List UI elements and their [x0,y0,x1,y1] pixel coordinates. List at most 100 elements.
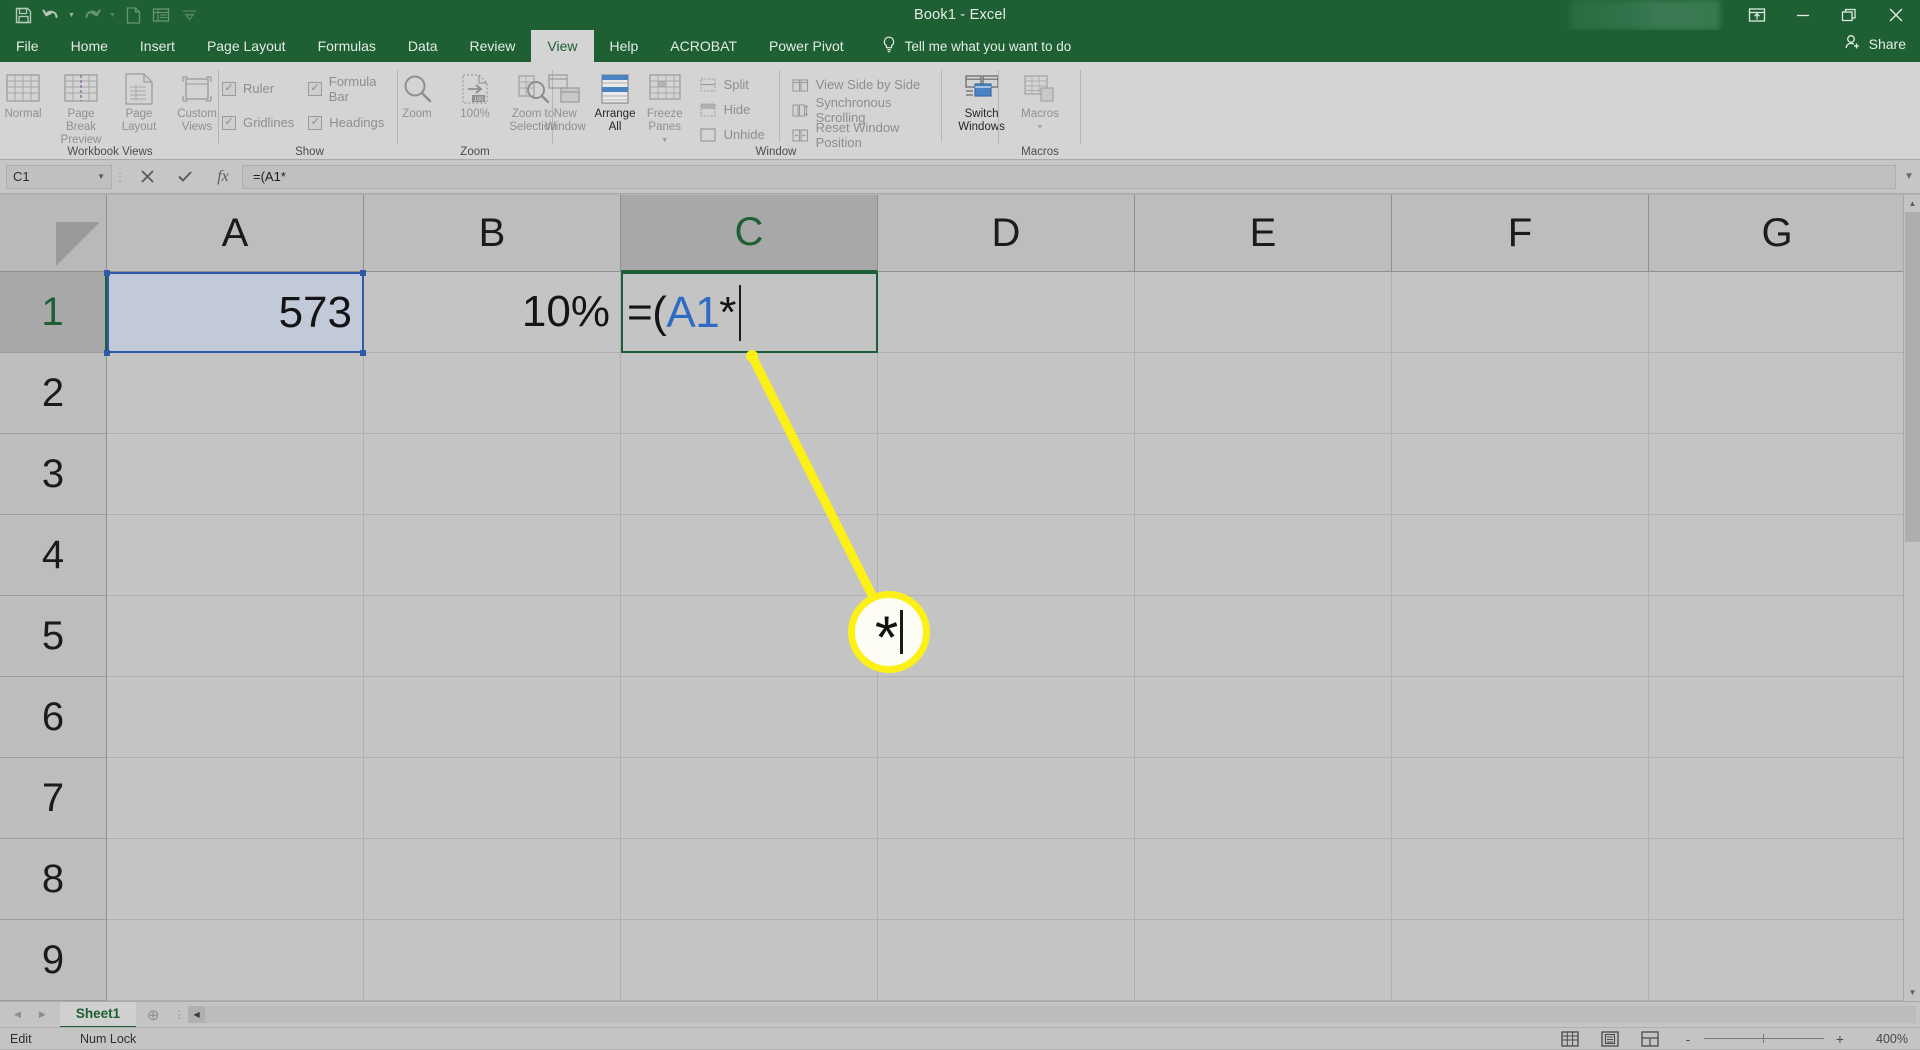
customize-qat-icon[interactable] [176,3,202,27]
cell-F7[interactable] [1392,758,1649,839]
unhide-button[interactable]: Unhide [700,122,765,147]
cell-E5[interactable] [1135,596,1392,677]
cell-C9[interactable] [621,920,878,1001]
cell-A2[interactable] [107,353,364,434]
column-header-D[interactable]: D [878,195,1135,272]
cell-B4[interactable] [364,515,621,596]
name-box-dropdown-icon[interactable]: ▼ [97,172,105,181]
zoom-in-button[interactable]: + [1834,1031,1846,1047]
normal-view-button[interactable]: Normal [0,66,52,121]
cell-D8[interactable] [878,839,1135,920]
cell-D6[interactable] [878,677,1135,758]
formula-bar-grip[interactable]: ⋮ [112,170,128,184]
zoom-level-label[interactable]: 400% [1856,1032,1908,1046]
tab-formulas[interactable]: Formulas [302,30,392,62]
cell-A3[interactable] [107,434,364,515]
page-layout-view-button-status[interactable] [1590,1028,1630,1050]
tab-help[interactable]: Help [594,30,655,62]
column-header-B[interactable]: B [364,195,621,272]
macros-button[interactable]: Macros ▼ [1011,66,1069,134]
hide-button[interactable]: Hide [700,97,765,122]
scroll-up-icon[interactable]: ▲ [1904,195,1920,212]
split-button[interactable]: Split [700,72,765,97]
cell-G1[interactable] [1649,272,1906,353]
add-sheet-icon[interactable]: ⊕ [136,1006,170,1024]
column-header-F[interactable]: F [1392,195,1649,272]
scroll-left-icon[interactable]: ◀ [188,1006,206,1023]
cell-F9[interactable] [1392,920,1649,1001]
page-break-preview-button[interactable]: Page Break Preview [52,66,110,147]
new-icon[interactable] [120,3,146,27]
row-header-3[interactable]: 3 [0,434,107,515]
tab-view[interactable]: View [531,30,594,62]
sheet-tab-sheet1[interactable]: Sheet1 [59,1001,137,1028]
cell-B5[interactable] [364,596,621,677]
tab-page-layout[interactable]: Page Layout [191,30,302,62]
cell-E9[interactable] [1135,920,1392,1001]
expand-formula-bar-icon[interactable]: ▼ [1898,171,1920,182]
tab-insert[interactable]: Insert [124,30,191,62]
zoom-slider[interactable] [1704,1034,1824,1043]
row-header-2[interactable]: 2 [0,353,107,434]
insert-function-fx-icon[interactable]: fx [204,164,242,190]
cell-G8[interactable] [1649,839,1906,920]
name-box[interactable]: C1 ▼ [6,164,112,189]
cell-F8[interactable] [1392,839,1649,920]
select-all-corner[interactable] [0,195,107,272]
cell-E8[interactable] [1135,839,1392,920]
cell-F5[interactable] [1392,596,1649,677]
cell-D1[interactable] [878,272,1135,353]
cell-A7[interactable] [107,758,364,839]
restore-icon[interactable] [1826,0,1872,30]
print-preview-icon[interactable] [148,3,174,27]
cell-G4[interactable] [1649,515,1906,596]
horizontal-scroll-track[interactable] [205,1006,1916,1023]
row-header-9[interactable]: 9 [0,920,107,1001]
minimize-icon[interactable] [1780,0,1826,30]
share-button[interactable]: Share [1844,34,1906,53]
column-header-G[interactable]: G [1649,195,1906,272]
zoom-slider-thumb[interactable] [1763,1034,1764,1043]
cell-C5[interactable] [621,596,878,677]
undo-icon[interactable] [38,3,64,27]
column-header-C[interactable]: C [621,195,878,272]
cell-C6[interactable] [621,677,878,758]
enter-check-icon[interactable] [166,164,204,190]
tell-me-search[interactable]: Tell me what you want to do [860,30,1071,62]
redo-icon[interactable] [79,3,105,27]
cell-G5[interactable] [1649,596,1906,677]
save-icon[interactable] [10,3,36,27]
cell-F3[interactable] [1392,434,1649,515]
arrange-all-button[interactable]: Arrange All [590,66,640,134]
cell-G3[interactable] [1649,434,1906,515]
view-side-by-side-button[interactable]: View Side by Side [792,72,927,97]
zoom-out-button[interactable]: - [1682,1031,1694,1047]
zoom-100-button[interactable]: 100 100% [446,66,504,121]
checkbox-gridlines[interactable]: ✓ Gridlines [222,110,294,135]
column-header-A[interactable]: A [107,195,364,272]
cell-A4[interactable] [107,515,364,596]
tab-power-pivot[interactable]: Power Pivot [753,30,860,62]
checkbox-headings[interactable]: ✓ Headings [308,110,397,135]
horizontal-scrollbar[interactable]: ◀ [188,1006,1916,1023]
normal-view-button-status[interactable] [1550,1028,1590,1050]
cell-F2[interactable] [1392,353,1649,434]
cell-B3[interactable] [364,434,621,515]
cell-F1[interactable] [1392,272,1649,353]
ribbon-display-options-icon[interactable] [1734,0,1780,30]
cell-G7[interactable] [1649,758,1906,839]
cell-C1-editing[interactable]: =(A1 * [621,272,878,353]
cell-E7[interactable] [1135,758,1392,839]
zoom-button[interactable]: Zoom [388,66,446,121]
freeze-panes-button[interactable]: Freeze Panes ▼ [640,66,690,147]
close-icon[interactable] [1872,0,1920,30]
next-sheet-icon[interactable]: ▶ [39,1009,46,1020]
cell-D4[interactable] [878,515,1135,596]
tab-review[interactable]: Review [454,30,532,62]
tab-home[interactable]: Home [55,30,124,62]
cell-B7[interactable] [364,758,621,839]
cell-F6[interactable] [1392,677,1649,758]
cell-C7[interactable] [621,758,878,839]
cell-E2[interactable] [1135,353,1392,434]
cell-G2[interactable] [1649,353,1906,434]
